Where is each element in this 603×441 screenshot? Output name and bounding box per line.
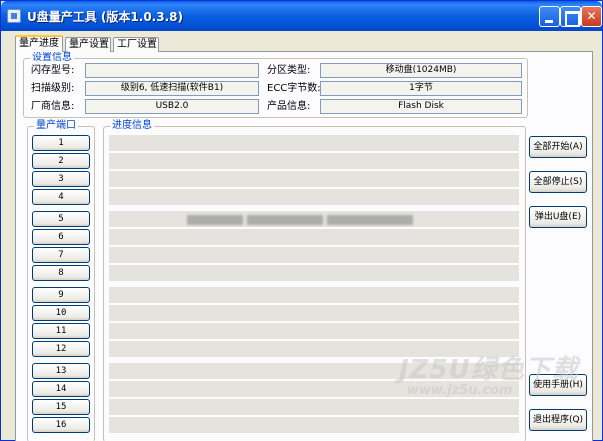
close-button[interactable] [581,6,602,27]
scan-level-value: 级别6, 低速扫描(软件B1) [85,81,259,96]
ports-group-title: 量产端口 [34,120,78,132]
progress-bar-6 [109,229,519,245]
scan-level-label: 扫描级别: [31,83,75,94]
blurred-status-text [187,215,243,225]
maximize-button[interactable] [560,6,581,27]
port-button-4[interactable]: 4 [32,189,90,205]
eject-usb-button[interactable]: 弹出U盘(E) [529,206,587,228]
flash-model-label: 闪存型号: [31,65,75,76]
title-bar[interactable]: U盘量产工具 (版本1.0.3.8) [1,1,602,31]
vendor-value: USB2.0 [85,99,259,114]
vendor-label: 厂商信息: [31,101,75,112]
progress-bar-16 [109,417,519,433]
blurred-status-text [327,215,413,225]
app-icon [7,9,21,23]
settings-group-title: 设置信息 [30,52,74,64]
port-button-16[interactable]: 16 [32,417,90,433]
tab-progress[interactable]: 量产进度 [15,35,63,52]
blurred-status-text [247,215,323,225]
start-all-button[interactable]: 全部开始(A) [529,136,587,158]
port-button-6[interactable]: 6 [32,229,90,245]
progress-bar-2 [109,153,519,169]
partition-type-label: 分区类型: [267,65,311,76]
ecc-label: ECC字节数: [267,83,321,94]
minimize-button[interactable] [539,6,560,27]
product-label: 产品信息: [267,101,311,112]
port-button-14[interactable]: 14 [32,381,90,397]
port-button-13[interactable]: 13 [32,363,90,379]
progress-bar-10 [109,305,519,321]
product-value: Flash Disk [320,99,522,114]
app-window: U盘量产工具 (版本1.0.3.8) 量产进度 量产设置 工厂设置 设置信息 闪… [0,0,603,441]
ecc-value: 1字节 [320,81,522,96]
watermark-title: JZ5U绿色下载 [399,355,579,385]
port-button-7[interactable]: 7 [32,247,90,263]
progress-bar-3 [109,171,519,187]
progress-bar-8 [109,265,519,281]
port-button-5[interactable]: 5 [32,211,90,227]
port-button-11[interactable]: 11 [32,323,90,339]
progress-bar-1 [109,135,519,151]
watermark-url: www.jz5u.com [407,383,513,398]
port-button-8[interactable]: 8 [32,265,90,281]
tab-factory-settings[interactable]: 工厂设置 [113,37,159,52]
port-button-15[interactable]: 15 [32,399,90,415]
partition-type-value: 移动盘(1024MB) [320,63,522,78]
port-button-3[interactable]: 3 [32,171,90,187]
watermark: JZ5U绿色下载 www.jz5u.com [399,349,599,419]
window-title: U盘量产工具 (版本1.0.3.8) [27,10,183,24]
progress-bar-4 [109,189,519,205]
flash-model-value [85,63,259,78]
port-button-1[interactable]: 1 [32,135,90,151]
port-button-10[interactable]: 10 [32,305,90,321]
port-button-9[interactable]: 9 [32,287,90,303]
progress-group-title: 进度信息 [110,120,154,132]
port-button-2[interactable]: 2 [32,153,90,169]
progress-bar-9 [109,287,519,303]
stop-all-button[interactable]: 全部停止(S) [529,171,587,193]
progress-bar-7 [109,247,519,263]
progress-bar-11 [109,323,519,339]
port-button-12[interactable]: 12 [32,341,90,357]
tab-production-settings[interactable]: 量产设置 [65,37,111,52]
